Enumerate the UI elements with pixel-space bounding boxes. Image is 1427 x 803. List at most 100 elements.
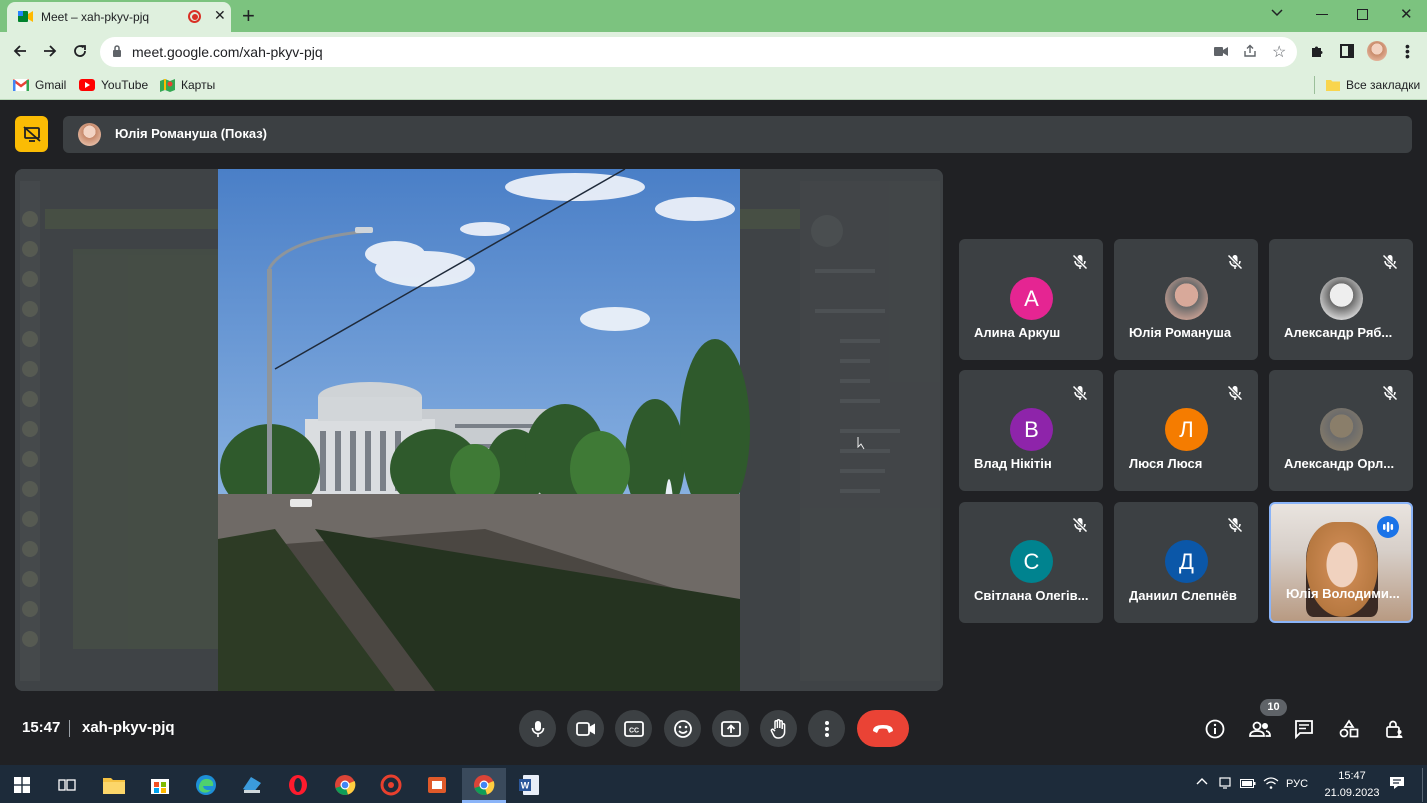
participant-tile[interactable]: В Влад Нікітін: [959, 370, 1103, 491]
clock-time[interactable]: 15:47: [1322, 770, 1382, 782]
notifications-icon[interactable]: [1389, 776, 1405, 790]
mic-off-icon: [1069, 251, 1091, 273]
participant-photo: [1165, 277, 1208, 320]
taskbar-chrome[interactable]: [327, 768, 363, 802]
presentation-badge[interactable]: [15, 116, 48, 152]
show-desktop-button[interactable]: [1422, 768, 1423, 802]
presentation-stage: [15, 169, 943, 691]
wifi-icon[interactable]: [1263, 776, 1279, 790]
participant-tile[interactable]: С Світлана Олегів...: [959, 502, 1103, 623]
presentation-header: Юлія Романуша (Показ): [63, 116, 1412, 153]
gmail-icon: [13, 79, 29, 91]
participant-tile[interactable]: Юлія Володими...: [1269, 502, 1413, 623]
minimize-button[interactable]: [1316, 14, 1328, 15]
participant-name: Александр Орл...: [1284, 456, 1395, 471]
clock-date[interactable]: 21.09.2023: [1314, 787, 1390, 799]
tab-search-icon[interactable]: [1270, 8, 1284, 18]
browser-tab[interactable]: Meet – xah-pkyv-pjq ✕: [7, 2, 231, 32]
lock-icon[interactable]: [112, 45, 122, 58]
participant-avatar: А: [1010, 277, 1053, 320]
meeting-details-button[interactable]: [1202, 716, 1228, 742]
participant-tile[interactable]: Александр Орл...: [1269, 370, 1413, 491]
address-bar[interactable]: meet.google.com/xah-pkyv-pjq ☆: [100, 37, 1297, 67]
lock-person-icon: [1384, 719, 1404, 739]
reactions-button[interactable]: [664, 710, 701, 747]
word-icon: W: [518, 774, 540, 796]
participant-photo: [1320, 408, 1363, 451]
participant-tile[interactable]: Александр Ряб...: [1269, 239, 1413, 360]
share-icon[interactable]: [1243, 44, 1257, 58]
more-options-button[interactable]: [808, 710, 845, 747]
taskbar-edge[interactable]: [188, 768, 224, 802]
captions-button[interactable]: CC: [615, 710, 652, 747]
close-window-button[interactable]: ✕: [1400, 5, 1413, 23]
participant-name: Влад Нікітін: [974, 456, 1052, 471]
taskbar-app-7[interactable]: [373, 768, 409, 802]
participant-photo: [1320, 277, 1363, 320]
meeting-divider: [69, 720, 70, 737]
bookmark-label: Gmail: [35, 78, 67, 92]
leave-call-button[interactable]: [857, 710, 909, 747]
bookmark-maps[interactable]: Карты: [160, 76, 215, 94]
participant-tile[interactable]: Л Люся Люся: [1114, 370, 1258, 491]
folder-icon: [1326, 79, 1340, 91]
taskbar-word[interactable]: W: [511, 768, 547, 802]
reload-icon[interactable]: [72, 43, 88, 59]
participant-name: Світлана Олегів...: [974, 588, 1089, 603]
mic-off-icon: [1069, 514, 1091, 536]
activities-button[interactable]: [1336, 716, 1362, 742]
raise-hand-button[interactable]: [760, 710, 797, 747]
show-hidden-icons[interactable]: [1196, 777, 1208, 785]
participant-name: Александр Ряб...: [1284, 325, 1393, 340]
start-button[interactable]: [4, 768, 40, 802]
display-icon[interactable]: [1219, 777, 1231, 789]
taskbar-chrome-active[interactable]: [462, 768, 506, 802]
all-bookmarks-button[interactable]: Все закладки: [1326, 76, 1420, 94]
taskbar-store[interactable]: [142, 768, 178, 802]
bookmark-star-icon[interactable]: ☆: [1272, 42, 1286, 62]
taskbar-opera[interactable]: [280, 768, 316, 802]
taskbar-app-4[interactable]: [234, 768, 270, 802]
chrome-icon: [334, 774, 356, 796]
mic-off-icon: [1069, 382, 1091, 404]
app-icon: [241, 775, 263, 795]
people-button[interactable]: [1247, 716, 1273, 742]
closed-captions-icon: CC: [623, 720, 644, 737]
tab-close-icon[interactable]: ✕: [214, 7, 226, 24]
battery-icon[interactable]: [1240, 779, 1256, 788]
app-icon: [380, 774, 402, 796]
hand-icon: [770, 718, 788, 739]
new-tab-button[interactable]: +: [242, 3, 255, 29]
participant-name: Даниил Слепнёв: [1129, 588, 1237, 603]
taskbar-explorer[interactable]: [96, 768, 132, 802]
task-view-button[interactable]: [49, 768, 85, 802]
bookmark-gmail[interactable]: Gmail: [13, 76, 66, 94]
participant-avatar: Л: [1165, 408, 1208, 451]
taskbar-app-8[interactable]: [419, 768, 455, 802]
participant-avatar: С: [1010, 540, 1053, 583]
extensions-icon[interactable]: [1310, 44, 1325, 59]
forward-icon[interactable]: [42, 43, 58, 59]
camera-button[interactable]: [567, 710, 604, 747]
activities-icon: [1339, 719, 1359, 739]
bookmark-youtube[interactable]: YouTube: [79, 76, 148, 94]
participant-tile[interactable]: Юлія Романуша: [1114, 239, 1258, 360]
chat-button[interactable]: [1291, 716, 1317, 742]
browser-menu-icon[interactable]: • • •: [1405, 39, 1410, 63]
speaking-indicator-icon: [1377, 516, 1399, 538]
participant-tile[interactable]: Д Даниил Слепнёв: [1114, 502, 1258, 623]
host-controls-button[interactable]: [1381, 716, 1407, 742]
profile-avatar[interactable]: [1367, 41, 1387, 61]
camera-in-use-icon[interactable]: [1214, 46, 1228, 57]
video-feed: [1306, 522, 1378, 617]
url-text[interactable]: meet.google.com/xah-pkyv-pjq: [132, 44, 323, 60]
maximize-button[interactable]: [1357, 9, 1368, 20]
input-language[interactable]: РУС: [1286, 778, 1308, 790]
present-now-button[interactable]: [712, 710, 749, 747]
microphone-button[interactable]: [519, 710, 556, 747]
all-bookmarks-label: Все закладки: [1346, 78, 1421, 92]
participant-tile[interactable]: А Алина Аркуш: [959, 239, 1103, 360]
side-panel-icon[interactable]: [1340, 44, 1354, 58]
back-icon[interactable]: [12, 43, 28, 59]
people-icon: [1249, 721, 1271, 737]
